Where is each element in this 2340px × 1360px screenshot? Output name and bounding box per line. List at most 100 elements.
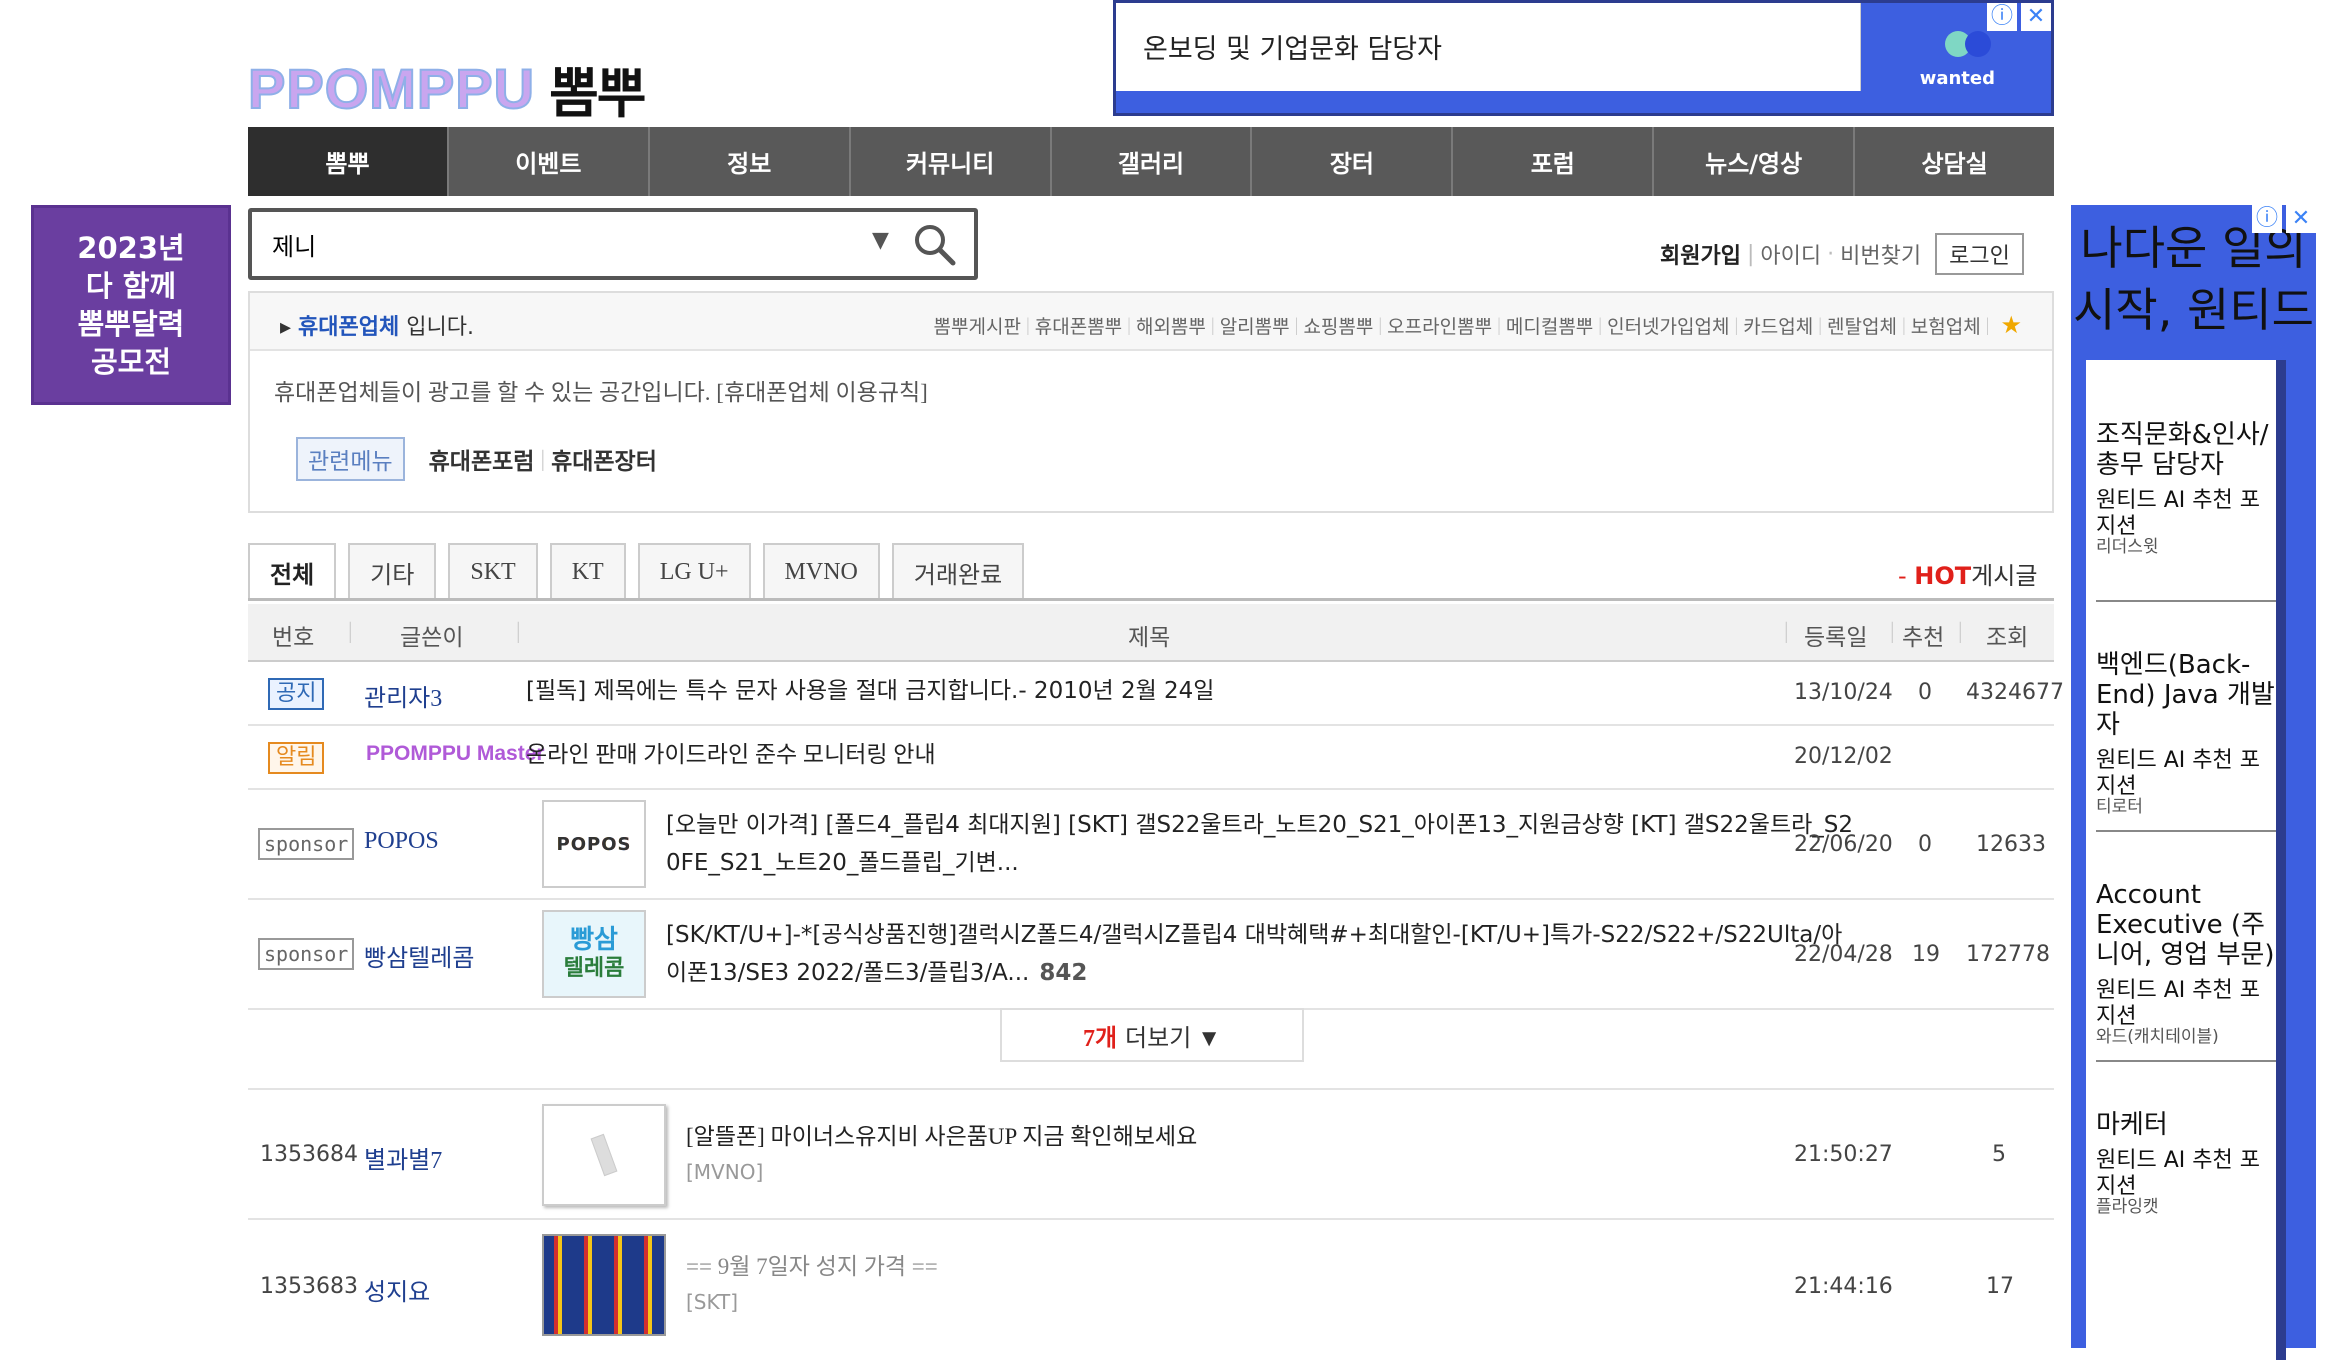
hot-posts-link[interactable]: - HOT게시글	[1898, 556, 2037, 591]
job-item[interactable]: 백엔드(Back-End) Java 개발자 원티드 AI 추천 포지션 티로터	[2096, 650, 2276, 817]
post-title-line1[interactable]: [SK/KT/U+]-*[공식상품진행]갤럭시Z폴드4/갤럭시Z플립4 대박혜택…	[666, 916, 1842, 954]
job-company: 티로터	[2096, 797, 2143, 817]
tab-lgu[interactable]: LG U+	[637, 543, 751, 599]
nav-item-news[interactable]: 뉴스/영상	[1654, 127, 1856, 196]
nav-item-ppomppu[interactable]: 뽐뿌	[248, 127, 449, 196]
post-title-line1[interactable]: [오늘만 이가격] [폴드4_플립4 최대지원] [SKT] 갤S22울트라_노…	[666, 806, 1853, 844]
more-count: 7개	[1082, 1025, 1118, 1052]
promo-line4: 공모전	[90, 345, 172, 379]
right-ad-close-icon[interactable]: ✕	[2286, 205, 2316, 233]
nav-item-market[interactable]: 장터	[1252, 127, 1454, 196]
nav-item-counsel[interactable]: 상담실	[1855, 127, 2054, 196]
board-link[interactable]: 오프라인뽐뿌	[1387, 312, 1492, 339]
job-company: 와드(캐치테이블)	[2096, 1027, 2219, 1047]
post-thumbnail[interactable]	[542, 1104, 666, 1206]
post-rec: 19	[1912, 942, 1940, 967]
search-icon[interactable]	[912, 222, 956, 266]
post-writer[interactable]: 빵삼텔레콤	[364, 938, 474, 973]
table-row-alert[interactable]: 알림 PPOMPPU Master 온라인 판매 가이드라인 준수 모니터링 안…	[248, 726, 2054, 790]
post-thumbnail[interactable]: 빵삼 텔레콤	[542, 910, 646, 998]
job-item[interactable]: 마케터 원티드 AI 추천 포지션 플라잉캣	[2096, 1110, 2276, 1217]
ad-info-icon[interactable]: ⓘ	[1987, 3, 2017, 31]
right-side-ad[interactable]: 나다운 일의 시작, 원티드 ⓘ ✕ 조직문화&인사/총무 담당자 원티드 AI…	[2071, 205, 2316, 1360]
board-link[interactable]: 해외뽐뿌	[1136, 312, 1206, 339]
board-category[interactable]: 휴대폰업체	[298, 315, 399, 340]
post-title-text: 이폰13/SE3 2022/폴드3/플립3/A...	[666, 960, 1030, 986]
nav-item-info[interactable]: 정보	[650, 127, 851, 196]
table-row-notice[interactable]: 공지 관리자3 [필독] 제목에는 특수 문자 사용을 절대 금지합니다.- 2…	[248, 662, 2064, 726]
post-title[interactable]: [필독] 제목에는 특수 문자 사용을 절대 금지합니다.- 2010년 2월 …	[526, 672, 1214, 710]
post-number: 1353683	[260, 1274, 358, 1299]
board-link[interactable]: 메디컬뽐뿌	[1506, 312, 1593, 339]
col-writer: 글쓴이	[400, 625, 464, 650]
post-title-line2[interactable]: 이폰13/SE3 2022/폴드3/플립3/A... 842	[666, 954, 1087, 992]
board-link[interactable]: 휴대폰뽐뿌	[1035, 312, 1122, 339]
nav-item-gallery[interactable]: 갤러리	[1052, 127, 1253, 196]
col-title: 제목	[1128, 625, 1171, 650]
login-button[interactable]: 로그인	[1935, 233, 2024, 275]
post-writer[interactable]: 성지요	[364, 1272, 430, 1307]
tab-skt[interactable]: SKT	[448, 543, 538, 599]
board-link[interactable]: 보험업체	[1911, 312, 1981, 339]
search-input[interactable]	[272, 226, 832, 262]
top-banner-ad[interactable]: 온보딩 및 기업문화 담당자 wanted ⓘ ✕	[1113, 0, 2054, 116]
join-link[interactable]: 회원가입	[1660, 238, 1741, 270]
promo-year: 2023년	[77, 231, 185, 265]
find-id-link[interactable]: 아이디	[1760, 238, 1821, 270]
table-row-sponsor[interactable]: sponsor 빵삼텔레콤 빵삼 텔레콤 [SK/KT/U+]-*[공식상품진행…	[248, 900, 2054, 1010]
nav-item-forum[interactable]: 포럼	[1453, 127, 1655, 196]
job-item[interactable]: 조직문화&인사/총무 담당자 원티드 AI 추천 포지션 리더스윗	[2096, 420, 2276, 557]
post-views: 17	[1986, 1274, 2014, 1299]
tab-all[interactable]: 전체	[248, 543, 337, 599]
post-date: 13/10/24	[1794, 680, 1893, 705]
board-link[interactable]: 카드업체	[1743, 312, 1813, 339]
board-link[interactable]: 렌탈업체	[1827, 312, 1897, 339]
tab-divider	[248, 598, 2054, 601]
tab-done[interactable]: 거래완료	[891, 543, 1025, 599]
site-logo[interactable]: PPOMPPU 뽐뿌	[247, 52, 646, 125]
search-dropdown-icon[interactable]: ▼	[872, 228, 889, 253]
board-links: 뽐뿌게시판 | 휴대폰뽐뿌 | 해외뽐뿌 | 알리뽐뿌 | 쇼핑뽐뿌 | 오프라인뽐뿌 | …	[933, 311, 2022, 340]
calendar-contest-banner[interactable]: 2023년 다 함께 뽐뿌달력 공모전	[31, 205, 231, 405]
board-link[interactable]: 뽐뿌게시판	[934, 312, 1021, 339]
show-more-button[interactable]: 7개 더보기 ▼	[1000, 1008, 1304, 1062]
board-link[interactable]: 알리뽐뿌	[1220, 312, 1290, 339]
tab-mvno[interactable]: MVNO	[762, 543, 880, 599]
related-link[interactable]: 휴대폰포럼	[429, 442, 535, 476]
post-writer[interactable]: 별과별7	[364, 1140, 442, 1175]
post-writer[interactable]: POPOS	[364, 828, 439, 855]
account-links: 회원가입 | 아이디 · 비번찾기 로그인	[1660, 233, 2024, 275]
top-ad-brand: wanted	[1919, 68, 1995, 89]
master-logo[interactable]: PPOMPPU Master	[366, 742, 545, 766]
nav-item-event[interactable]: 이벤트	[449, 127, 650, 196]
right-ad-info-icon[interactable]: ⓘ	[2252, 205, 2282, 233]
post-views: 12633	[1976, 832, 2046, 857]
nav-item-community[interactable]: 커뮤니티	[851, 127, 1052, 196]
find-pw-link[interactable]: 비번찾기	[1840, 238, 1921, 270]
post-date: 22/04/28	[1794, 942, 1893, 967]
job-item[interactable]: Account Executive (주니어, 영업 부문) 원티드 AI 추천…	[2096, 880, 2276, 1047]
post-title-line2[interactable]: 0FE_S21_노트20_폴드플립_기변...	[666, 844, 1019, 882]
post-title[interactable]: 온라인 판매 가이드라인 준수 모니터링 안내	[526, 736, 936, 774]
col-rec: 추천	[1902, 625, 1945, 650]
board-link[interactable]: 쇼핑뽐뿌	[1303, 312, 1373, 339]
table-row[interactable]: 1353683 성지요 == 9월 7일자 성지 가격 == [SKT] 21:…	[248, 1220, 2054, 1348]
post-thumbnail[interactable]: POPOS	[542, 800, 646, 888]
tab-kt[interactable]: KT	[549, 543, 626, 599]
post-title[interactable]: [알뜰폰] 마이너스유지비 사은품UP 지금 확인해보세요	[686, 1118, 1197, 1156]
table-row-sponsor[interactable]: sponsor POPOS POPOS [오늘만 이가격] [폴드4_플립4 최…	[248, 790, 2054, 900]
thumb-text: 빵삼	[570, 925, 618, 955]
related-menu-label: 관련메뉴	[296, 437, 405, 481]
related-link[interactable]: 휴대폰장터	[551, 442, 657, 476]
board-title: ▸ 휴대폰업체 입니다.	[280, 315, 474, 340]
comment-count: 842	[1039, 960, 1088, 986]
favorite-star-icon[interactable]: ★	[2000, 311, 2022, 340]
post-thumbnail[interactable]	[542, 1234, 666, 1336]
table-row[interactable]: 1353684 별과별7 [알뜰폰] 마이너스유지비 사은품UP 지금 확인해보…	[248, 1090, 2054, 1220]
post-writer[interactable]: 관리자3	[364, 678, 442, 713]
post-title[interactable]: == 9월 7일자 성지 가격 ==	[686, 1248, 938, 1286]
tab-etc[interactable]: 기타	[348, 543, 437, 599]
ad-close-icon[interactable]: ✕	[2021, 3, 2051, 31]
thumb-text: 텔레콤	[563, 956, 625, 981]
board-link[interactable]: 인터넷가입업체	[1607, 312, 1729, 339]
